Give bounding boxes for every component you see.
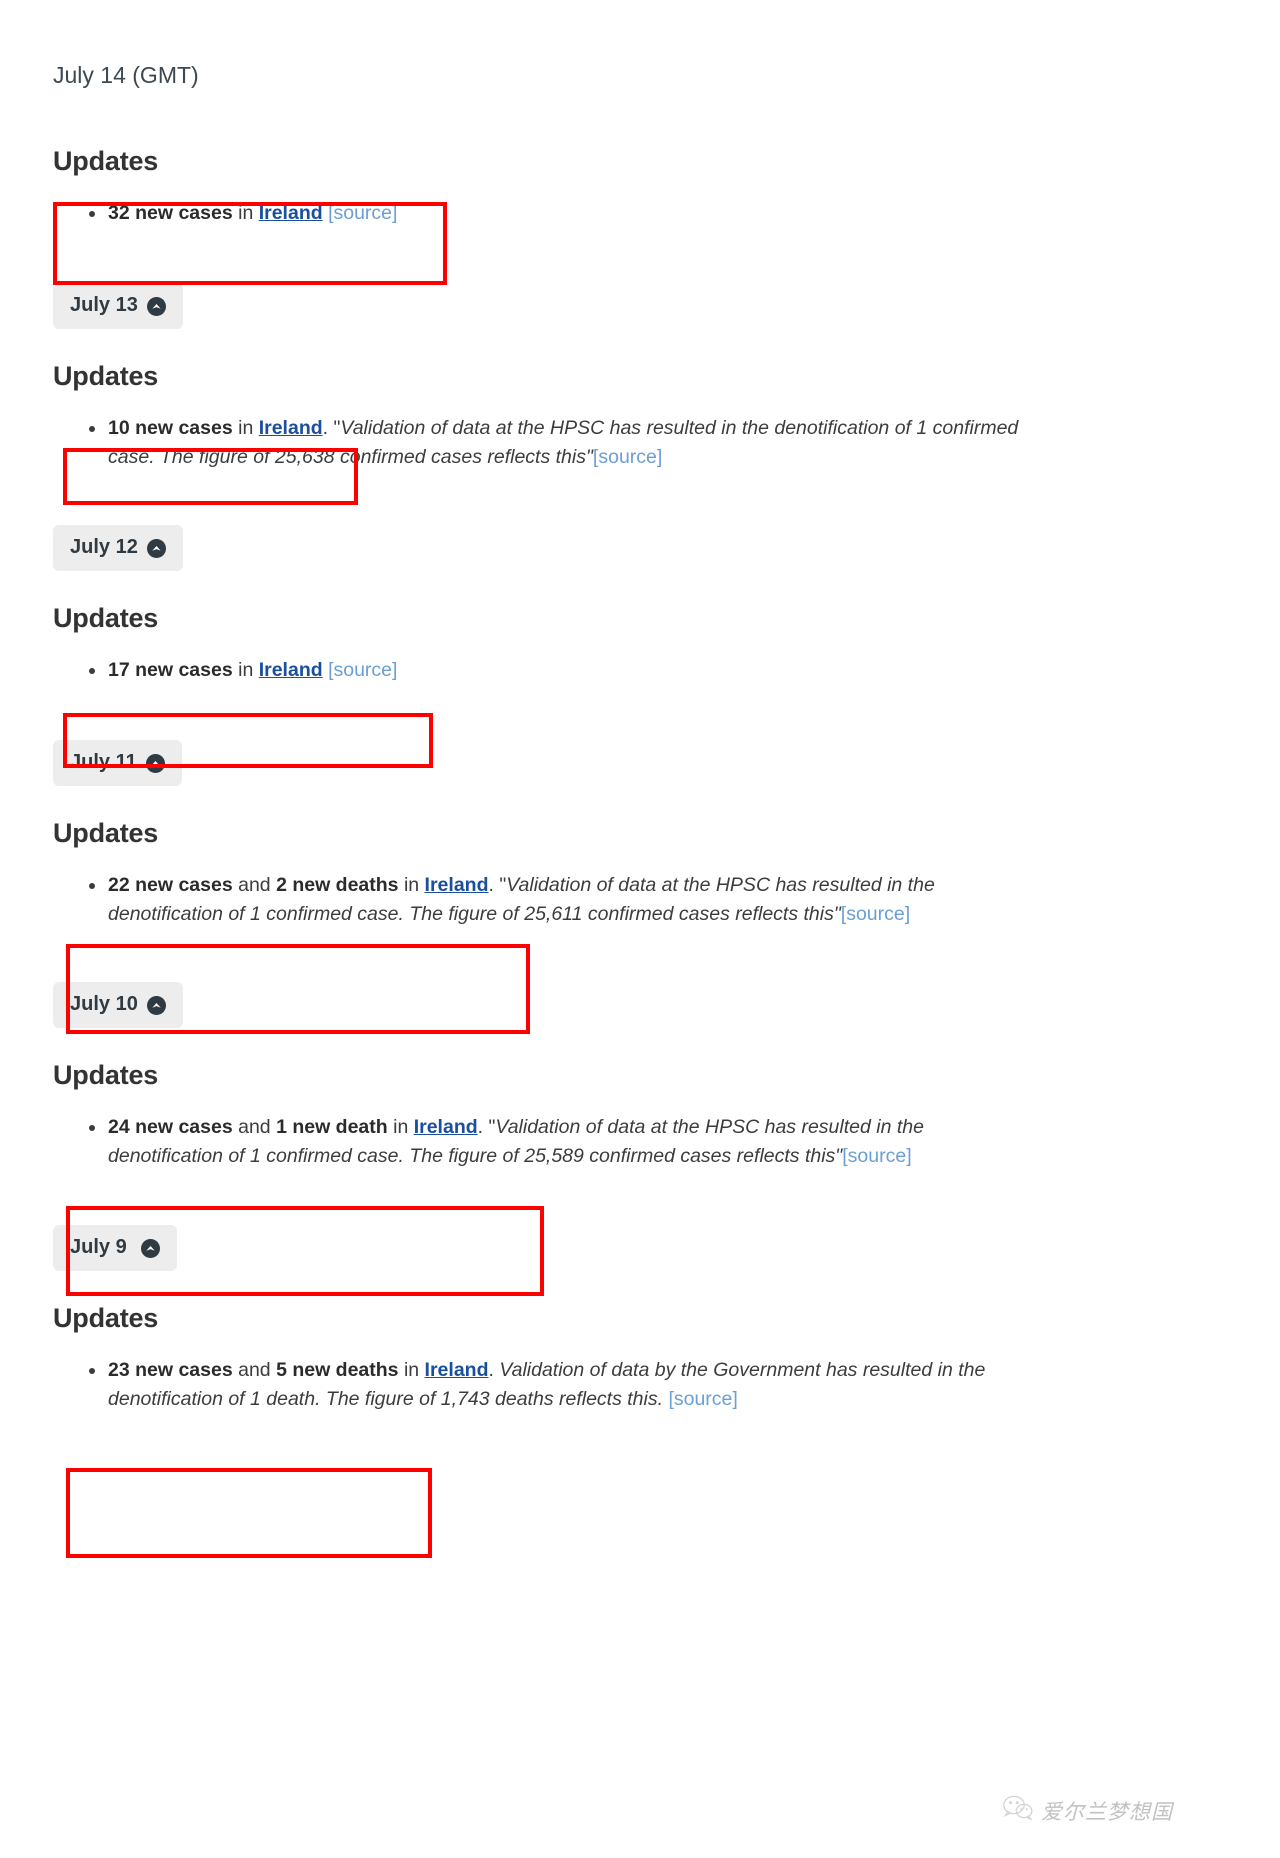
top-date-label: July 14 (GMT) — [53, 62, 199, 88]
day-toggle-july-10[interactable]: July 10 — [53, 981, 183, 1028]
chevron-up-circle-icon — [146, 995, 166, 1015]
source-bracket-close: ] — [906, 1144, 912, 1167]
after-country-text: . " — [477, 1115, 496, 1138]
cases-count: 24 new cases — [108, 1115, 233, 1138]
list-item: 23 new cases and 5 new deaths in Ireland… — [53, 1356, 1043, 1414]
after-country-text: . " — [322, 416, 341, 439]
source-bracket-close: ] — [904, 902, 911, 925]
connector-in: in — [398, 873, 425, 896]
day-toggle-label: July 10 — [70, 992, 138, 1015]
watermark: 爱尔兰梦想国 — [1003, 1795, 1173, 1826]
day-toggle-july-12[interactable]: July 12 — [53, 524, 183, 571]
annotation-box-july-9 — [66, 1468, 432, 1558]
source-bracket-close: ] — [656, 445, 663, 468]
deaths-count: 5 new deaths — [276, 1358, 399, 1381]
connector-and: and — [232, 873, 277, 896]
day-toggle-july-13[interactable]: July 13 — [53, 282, 183, 329]
day-toggle-label: July 12 — [70, 535, 138, 558]
chevron-up-circle-icon — [141, 1238, 161, 1258]
source-link[interactable]: source — [848, 1145, 907, 1167]
day-toggle-label: July 13 — [70, 293, 138, 316]
cases-count: 23 new cases — [108, 1358, 233, 1381]
deaths-count: 1 new death — [276, 1115, 388, 1138]
source-bracket-close: ] — [392, 658, 398, 681]
country-link[interactable]: Ireland — [259, 202, 323, 224]
updates-heading-july-13: Updates — [53, 360, 159, 391]
updates-heading-july-9: Updates — [53, 1302, 159, 1333]
list-item: 24 new cases and 1 new death in Ireland.… — [53, 1113, 1043, 1171]
source-link[interactable]: source — [333, 202, 392, 224]
wechat-icon — [1003, 1795, 1033, 1826]
chevron-up-circle-icon — [146, 538, 166, 558]
watermark-text: 爱尔兰梦想国 — [1041, 1799, 1173, 1824]
source-link[interactable]: source — [598, 446, 657, 468]
source-bracket-close: ] — [392, 201, 398, 224]
update-list-july-14: 32 new cases in Ireland [source] — [53, 199, 1043, 228]
list-item: 10 new cases in Ireland. "Validation of … — [53, 414, 1043, 472]
country-link[interactable]: Ireland — [425, 874, 489, 896]
list-item: 17 new cases in Ireland [source] — [53, 656, 1043, 685]
updates-heading-july-14: Updates — [53, 145, 159, 176]
updates-heading-july-10: Updates — [53, 1059, 159, 1090]
connector-and: and — [232, 1115, 277, 1138]
content-column: July 14 (GMT) Updates 32 new cases in Ir… — [53, 0, 1043, 1414]
day-toggle-label: July 9 — [70, 1235, 133, 1258]
day-toggle-july-11[interactable]: July 11 — [53, 739, 182, 786]
day-toggle-july-9[interactable]: July 9 — [53, 1224, 178, 1271]
after-country-text: . " — [488, 873, 507, 896]
cases-count: 10 new cases — [108, 416, 233, 439]
updates-heading-july-12: Updates — [53, 602, 159, 633]
country-link[interactable]: Ireland — [259, 417, 323, 439]
cases-count: 22 new cases — [108, 873, 233, 896]
source-bracket-close: ] — [732, 1387, 738, 1410]
country-link[interactable]: Ireland — [425, 1359, 489, 1381]
cases-count: 32 new cases — [108, 201, 233, 224]
page-root: July 14 (GMT) Updates 32 new cases in Ir… — [0, 0, 1280, 1824]
update-list-july-12: 17 new cases in Ireland [source] — [53, 656, 1043, 685]
connector-in: in — [232, 416, 259, 439]
cases-count: 17 new cases — [108, 658, 233, 681]
connector-in: in — [387, 1115, 414, 1138]
country-link[interactable]: Ireland — [259, 659, 323, 681]
chevron-up-circle-icon — [145, 753, 165, 773]
update-list-july-9: 23 new cases and 5 new deaths in Ireland… — [53, 1356, 1043, 1414]
connector-and: and — [232, 1358, 277, 1381]
updates-heading-july-11: Updates — [53, 817, 159, 848]
day-toggle-label: July 11 — [70, 750, 137, 773]
country-link[interactable]: Ireland — [414, 1116, 478, 1138]
source-link[interactable]: source — [333, 659, 392, 681]
source-link[interactable]: source — [674, 1388, 733, 1410]
update-list-july-13: 10 new cases in Ireland. "Validation of … — [53, 414, 1043, 472]
source-link[interactable]: source — [846, 903, 905, 925]
after-country-text: . — [488, 1358, 500, 1381]
chevron-up-circle-icon — [146, 296, 166, 316]
list-item: 22 new cases and 2 new deaths in Ireland… — [53, 871, 1043, 929]
update-list-july-10: 24 new cases and 1 new death in Ireland.… — [53, 1113, 1043, 1171]
connector-in: in — [398, 1358, 425, 1381]
update-list-july-11: 22 new cases and 2 new deaths in Ireland… — [53, 871, 1043, 929]
list-item: 32 new cases in Ireland [source] — [53, 199, 1043, 228]
connector-in: in — [232, 658, 259, 681]
deaths-count: 2 new deaths — [276, 873, 399, 896]
connector-in: in — [232, 201, 259, 224]
